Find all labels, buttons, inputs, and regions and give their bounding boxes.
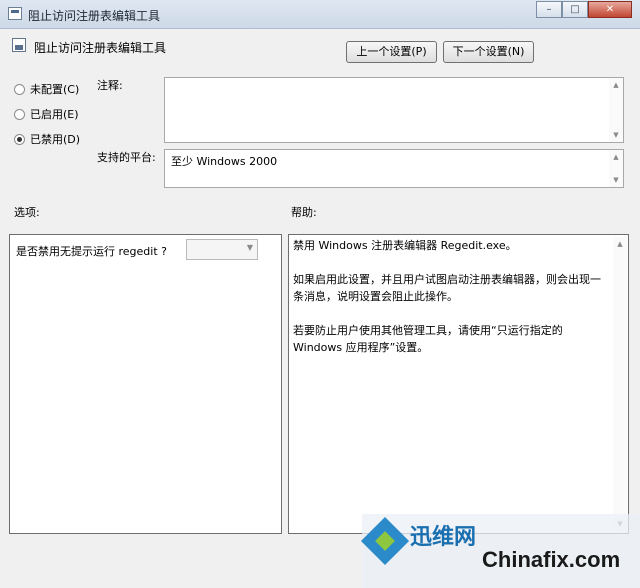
help-paragraph: 禁用 Windows 注册表编辑器 Regedit.exe。 [293,239,517,252]
platform-label: 支持的平台: [97,151,156,164]
platform-field: 至少 Windows 2000 ▲ ▼ [164,149,624,188]
platform-value: 至少 Windows 2000 [171,155,278,168]
help-text: 禁用 Windows 注册表编辑器 Regedit.exe。 如果启用此设置，并… [293,237,611,373]
radio-not-configured[interactable]: 未配置(C) [14,80,79,98]
help-heading: 帮助: [291,206,317,219]
scroll-down-icon[interactable]: ▼ [611,131,621,139]
title-bar: 阻止访问注册表编辑工具 – □ ✕ [0,0,640,29]
scroll-up-icon[interactable]: ▲ [611,81,621,89]
watermark-chinese: 迅维网 [410,525,477,550]
silent-regedit-question: 是否禁用无提示运行 regedit ? [16,245,167,258]
help-paragraph: 若要防止用户使用其他管理工具，请使用“只运行指定的 Windows 应用程序”设… [293,324,563,354]
radio-disabled-label: 已禁用(D) [30,133,81,146]
scroll-down-icon[interactable]: ▼ [611,176,621,184]
platform-scrollbar[interactable]: ▲ ▼ [609,150,623,187]
radio-disabled-circle[interactable] [14,133,25,145]
chevron-down-icon: ▼ [246,243,253,252]
silent-regedit-dropdown[interactable]: ▼ [186,239,258,260]
watermark: 迅维网 Chinafix.com [360,514,640,588]
radio-enabled-label: 已启用(E) [30,108,79,121]
previous-setting-button[interactable]: 上一个设置(P) [346,41,437,63]
policy-window-icon [8,7,22,20]
maximize-button[interactable]: □ [562,1,588,18]
options-heading: 选项: [14,206,40,219]
chinafix-logo-icon [360,516,410,566]
radio-enabled-circle[interactable] [14,108,25,120]
options-panel: 是否禁用无提示运行 regedit ? ▼ [9,234,282,534]
radio-enabled[interactable]: 已启用(E) [14,105,79,123]
close-button[interactable]: ✕ [588,1,632,18]
window-title: 阻止访问注册表编辑工具 [28,9,161,23]
watermark-english: Chinafix.com [482,547,621,572]
dialog-content: 阻止访问注册表编辑工具 上一个设置(P) 下一个设置(N) 未配置(C) 已启用… [0,29,640,588]
radio-disabled[interactable]: 已禁用(D) [14,130,80,148]
radio-not-configured-label: 未配置(C) [30,83,80,96]
scroll-up-icon[interactable]: ▲ [615,240,625,248]
policy-setting-icon [12,38,26,52]
comment-textarea[interactable]: ▲ ▼ [164,77,624,143]
help-panel: 禁用 Windows 注册表编辑器 Regedit.exe。 如果启用此设置，并… [288,234,629,534]
comment-scrollbar[interactable]: ▲ ▼ [609,78,623,142]
help-paragraph: 如果启用此设置，并且用户试图启动注册表编辑器，则会出现一条消息，说明设置会阻止此… [293,273,601,303]
next-setting-button[interactable]: 下一个设置(N) [443,41,534,63]
help-scrollbar[interactable]: ▲ ▼ [613,237,627,531]
comment-label: 注释: [97,79,123,92]
scroll-up-icon[interactable]: ▲ [611,153,621,161]
minimize-button[interactable]: – [536,1,562,18]
radio-not-configured-circle[interactable] [14,83,25,95]
window-controls: – □ ✕ [536,1,632,19]
policy-title: 阻止访问注册表编辑工具 [34,41,167,55]
